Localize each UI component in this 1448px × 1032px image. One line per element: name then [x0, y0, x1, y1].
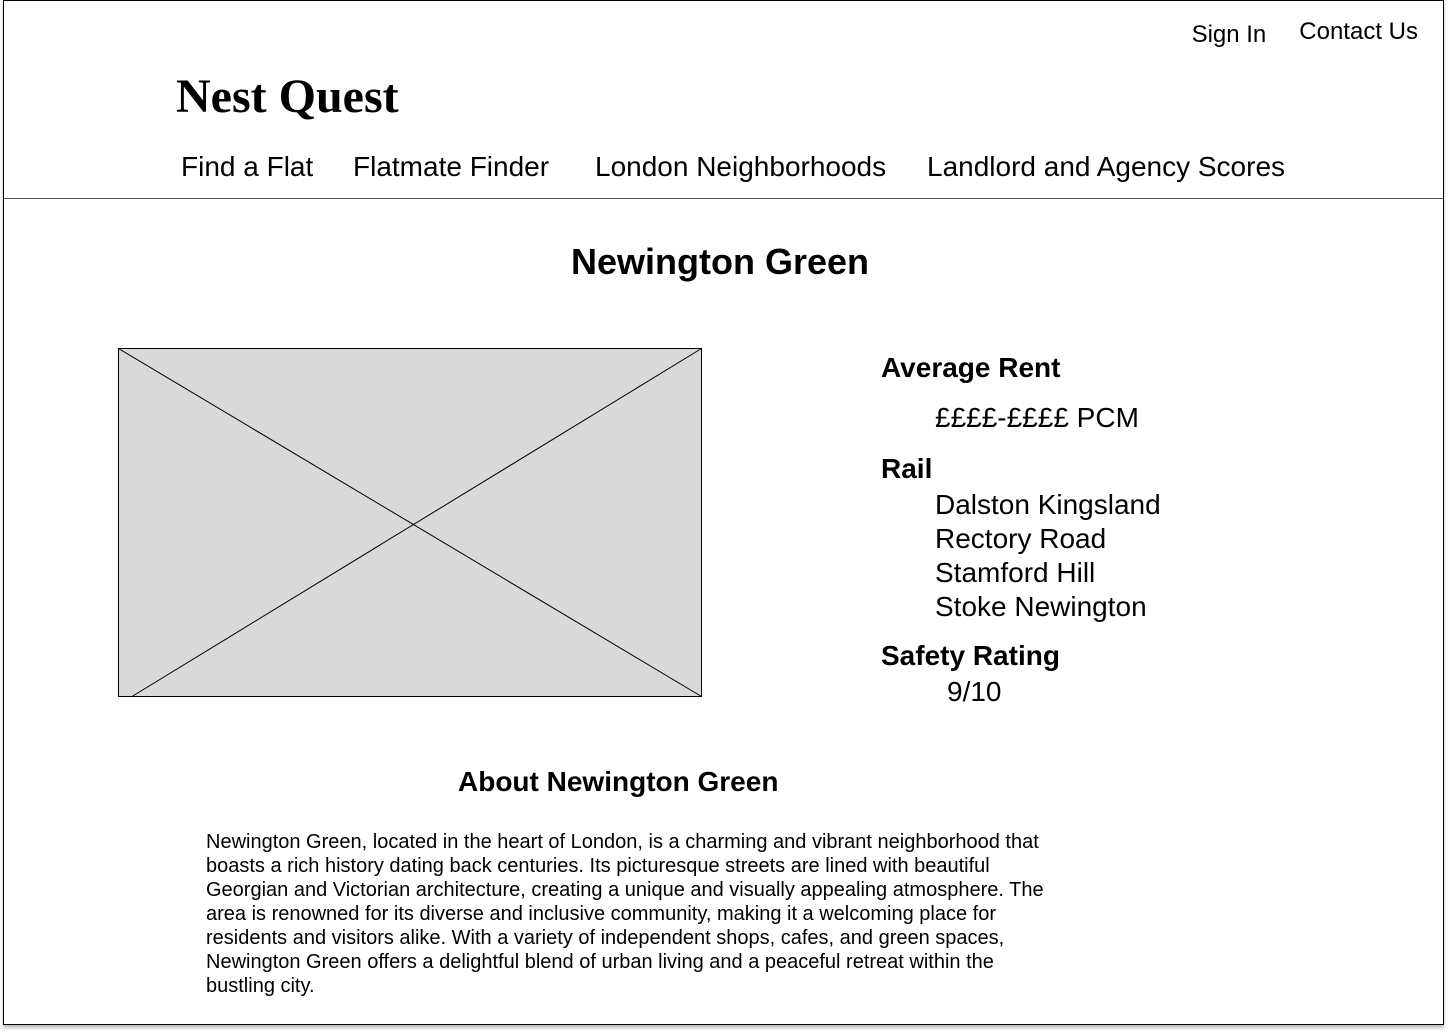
- rail-station: Stoke Newington: [935, 591, 1147, 622]
- rail-heading: Rail: [881, 453, 933, 484]
- average-rent-heading: Average Rent: [881, 352, 1061, 383]
- nav-item-find-a-flat[interactable]: Find a Flat: [181, 151, 313, 183]
- contact-us-link[interactable]: Contact Us: [1299, 18, 1418, 46]
- image-placeholder-icon: [118, 348, 702, 697]
- header-divider: [4, 198, 1443, 199]
- about-text: Newington Green, located in the heart of…: [206, 831, 1044, 997]
- top-links: Sign In Contact Us: [1192, 18, 1418, 49]
- rail-station: Stamford Hill: [935, 557, 1096, 588]
- neighborhood-image: [118, 348, 702, 697]
- nav-item-landlord-agency-scores[interactable]: Landlord and Agency Scores: [927, 151, 1285, 183]
- safety-rating-value: 9/10: [947, 676, 1002, 707]
- rail-station: Dalston Kingsland: [935, 489, 1161, 520]
- site-logo[interactable]: Nest Quest: [176, 69, 399, 124]
- rail-station: Rectory Road: [935, 523, 1107, 554]
- about-title: About Newington Green: [458, 766, 779, 797]
- sign-in-link[interactable]: Sign In: [1192, 21, 1267, 49]
- page-title: Newington Green: [570, 241, 870, 282]
- nav-item-flatmate-finder[interactable]: Flatmate Finder: [353, 151, 549, 183]
- safety-rating-heading: Safety Rating: [881, 640, 1060, 671]
- nav-item-london-neighborhoods[interactable]: London Neighborhoods: [595, 151, 886, 183]
- page-frame: Sign In Contact Us Nest Quest Find a Fla…: [3, 0, 1444, 1025]
- average-rent-value: ££££-££££ PCM: [935, 402, 1139, 433]
- rail-station-list: Dalston Kingsland Rectory Road Stamford …: [935, 488, 1161, 624]
